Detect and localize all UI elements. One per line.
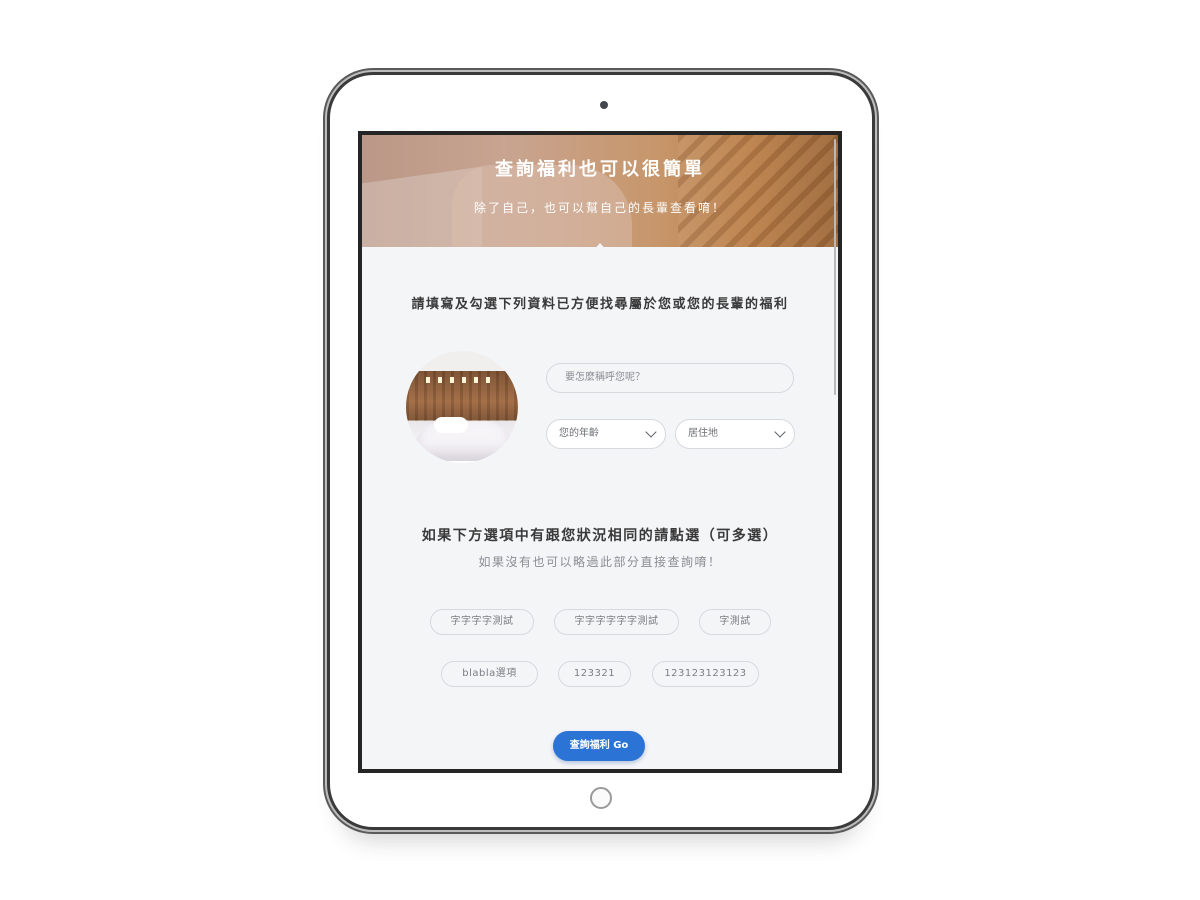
options-heading: 如果下方選項中有跟您狀況相同的請點選（可多選） bbox=[421, 528, 779, 544]
options-subheading: 如果沒有也可以略過此部分直接查詢唷！ bbox=[478, 555, 722, 569]
hero-notch-arrow bbox=[591, 243, 609, 253]
option-chip[interactable]: 123321 bbox=[558, 661, 631, 687]
tablet-screen: 查詢福利也可以很簡單 除了自己，也可以幫自己的長輩查看唷！ 請填寫及勾選下列資料… bbox=[358, 131, 842, 773]
option-chip[interactable]: 字字字字測試 bbox=[430, 609, 534, 635]
location-select-label: 居住地 bbox=[688, 428, 718, 439]
option-chip[interactable]: 123123123123 bbox=[652, 661, 759, 687]
option-chip[interactable]: 字字字字字字測試 bbox=[554, 609, 679, 635]
search-benefits-button[interactable]: 查詢福利 Go bbox=[553, 731, 645, 761]
chevron-down-icon bbox=[645, 426, 657, 438]
scrollbar[interactable] bbox=[834, 139, 836, 395]
chevron-down-icon bbox=[774, 426, 786, 438]
tablet-device: 查詢福利也可以很簡單 除了自己，也可以幫自己的長輩查看唷！ 請填寫及勾選下列資料… bbox=[327, 72, 875, 830]
location-select[interactable]: 居住地 bbox=[675, 419, 795, 449]
age-select-label: 您的年齡 bbox=[559, 428, 599, 439]
hero-banner: 查詢福利也可以很簡單 除了自己，也可以幫自己的長輩查看唷！ bbox=[362, 135, 838, 247]
camera-icon bbox=[600, 101, 608, 109]
home-button[interactable] bbox=[590, 787, 612, 809]
age-select[interactable]: 您的年齡 bbox=[546, 419, 666, 449]
form-heading: 請填寫及勾選下列資料已方便找尋屬於您或您的長輩的福利 bbox=[411, 297, 789, 312]
option-chip[interactable]: 字測試 bbox=[699, 609, 771, 635]
bedroom-avatar-image bbox=[406, 351, 518, 463]
hero-subtitle: 除了自己，也可以幫自己的長輩查看唷！ bbox=[473, 201, 726, 215]
name-input[interactable]: 要怎麼稱呼您呢？ bbox=[546, 363, 794, 393]
hero-overlay bbox=[362, 135, 838, 247]
hero-title: 查詢福利也可以很簡單 bbox=[495, 159, 705, 180]
option-chip[interactable]: blabla選項 bbox=[441, 661, 538, 687]
